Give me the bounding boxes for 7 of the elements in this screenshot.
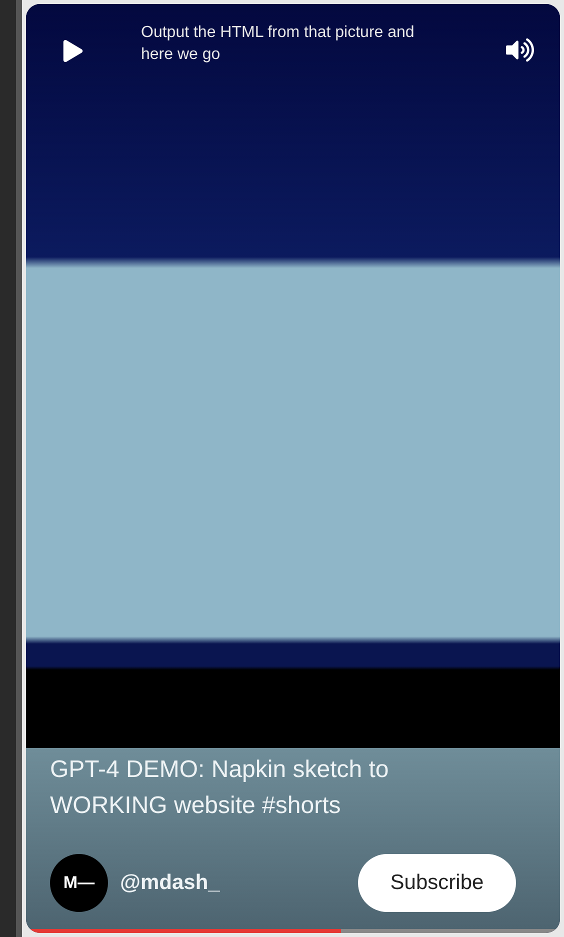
channel-handle[interactable]: @mdash_ xyxy=(120,867,220,899)
volume-icon[interactable] xyxy=(506,36,534,64)
play-icon[interactable] xyxy=(62,40,84,62)
channel-avatar: M— xyxy=(50,854,108,912)
video-caption: Output the HTML from that picture and here we go xyxy=(141,23,416,65)
subscribe-button[interactable]: Subscribe xyxy=(358,854,516,912)
video-title: GPT-4 DEMO: Napkin sketch to WORKING website #shorts xyxy=(50,755,390,821)
